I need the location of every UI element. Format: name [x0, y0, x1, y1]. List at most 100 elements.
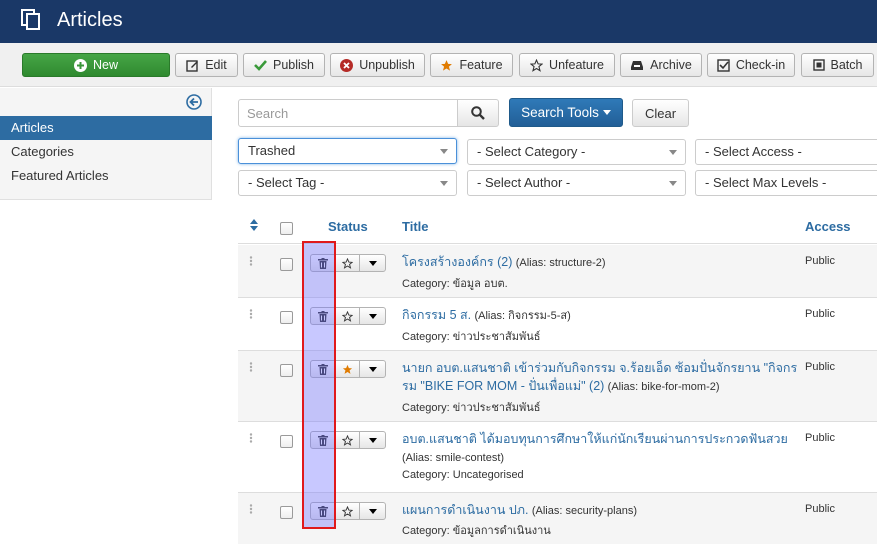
archive-icon — [631, 60, 644, 70]
star-empty-icon — [342, 310, 353, 322]
actions-dropdown-toggle[interactable] — [359, 307, 386, 325]
sidebar-item-articles[interactable]: Articles — [0, 116, 212, 140]
checkin-button-label: Check-in — [735, 58, 786, 72]
article-alias: (Alias: กิจกรรม-5-ส) — [474, 310, 571, 322]
drag-handle-icon[interactable] — [249, 433, 253, 443]
status-filter-select[interactable]: Trashed — [238, 138, 457, 164]
sort-icon[interactable] — [250, 219, 258, 231]
category-filter-select[interactable]: - Select Category - — [467, 139, 686, 165]
featured-toggle[interactable] — [335, 360, 360, 378]
caret-down-icon — [368, 313, 377, 319]
row-checkbox[interactable] — [280, 364, 293, 377]
row-checkbox[interactable] — [280, 435, 293, 448]
article-title-link-cont[interactable]: รม "BIKE FOR MOM - ปั่นเพื่อแม่" (2) — [402, 379, 604, 393]
collapse-arrow-icon[interactable] — [186, 94, 202, 110]
drag-handle-icon[interactable] — [249, 256, 253, 266]
unpublish-button[interactable]: Unpublish — [330, 53, 425, 77]
article-title-line: นายก อบต.แสนชาติ เข้าร่วมกับกิจกรรม จ.ร้… — [402, 359, 802, 396]
drag-handle-icon[interactable] — [249, 362, 253, 372]
article-title-link[interactable]: แผนการดำเนินงาน ปภ. — [402, 503, 529, 517]
drag-handle-icon[interactable] — [249, 309, 253, 319]
actions-dropdown-toggle[interactable] — [359, 502, 386, 520]
star-empty-icon — [530, 58, 544, 72]
edit-button[interactable]: Edit — [175, 53, 238, 77]
search-icon — [471, 106, 485, 120]
caret-down-icon — [602, 110, 611, 115]
article-title-line: โครงสร้างองค์กร (2) (Alias: structure-2) — [402, 253, 802, 272]
chevron-down-icon — [669, 150, 677, 155]
actions-dropdown-toggle[interactable] — [359, 431, 386, 449]
tag-filter-value: - Select Tag - — [248, 175, 325, 190]
title-column-header[interactable]: Title — [402, 219, 429, 234]
article-title-line: อบต.แสนชาติ ได้มอบทุนการศึกษาให้แก่นักเร… — [402, 430, 802, 467]
trash-column-highlight — [302, 241, 336, 529]
feature-button[interactable]: Feature — [430, 53, 513, 77]
article-title-line: แผนการดำเนินงาน ปภ. (Alias: security-pla… — [402, 501, 802, 520]
sidebar-item-featured-articles[interactable]: Featured Articles — [0, 164, 212, 188]
new-button[interactable]: New — [22, 53, 170, 77]
article-category: Category: Uncategorised — [402, 469, 524, 481]
copy-icon — [21, 9, 40, 30]
article-category: Category: ข้อมูล อบต. — [402, 278, 508, 290]
article-category: Category: ข้อมูลการดำเนินงาน — [402, 525, 551, 537]
article-access: Public — [805, 503, 835, 515]
drag-handle-icon[interactable] — [249, 504, 253, 514]
row-checkbox[interactable] — [280, 258, 293, 271]
page-title: Articles — [57, 9, 123, 31]
toolbar: New Edit Publish Unpublish Feature Unfea… — [0, 43, 877, 87]
featured-toggle[interactable] — [335, 307, 360, 325]
article-title-line: กิจกรรม 5 ส. (Alias: กิจกรรม-5-ส) — [402, 306, 802, 325]
featured-toggle[interactable] — [335, 502, 360, 520]
max-levels-filter-select[interactable]: - Select Max Levels - — [695, 170, 877, 196]
max-levels-filter-value: - Select Max Levels - — [705, 175, 827, 190]
batch-button-label: Batch — [830, 58, 863, 72]
article-access: Public — [805, 255, 835, 267]
article-title-link[interactable]: อบต.แสนชาติ ได้มอบทุนการศึกษาให้แก่นักเร… — [402, 432, 788, 446]
access-column-header[interactable]: Access — [805, 219, 851, 234]
archive-button[interactable]: Archive — [620, 53, 702, 77]
page-header: Articles — [0, 0, 877, 43]
feature-button-label: Feature — [459, 58, 503, 72]
tag-filter-select[interactable]: - Select Tag - — [238, 170, 457, 196]
caret-down-icon — [368, 366, 377, 372]
select-all-checkbox[interactable] — [280, 222, 293, 235]
access-filter-value: - Select Access - — [705, 144, 802, 159]
access-filter-select[interactable]: - Select Access - — [695, 139, 877, 165]
search-button[interactable] — [457, 99, 499, 127]
article-alias: (Alias: smile-contest) — [402, 452, 505, 464]
article-title-link[interactable]: โครงสร้างองค์กร (2) — [402, 255, 512, 269]
batch-button[interactable]: Batch — [801, 53, 874, 77]
status-column-header[interactable]: Status — [328, 219, 368, 234]
archive-button-label: Archive — [650, 58, 692, 72]
checkin-button[interactable]: Check-in — [707, 53, 795, 77]
featured-toggle[interactable] — [335, 254, 360, 272]
star-icon — [441, 59, 453, 71]
actions-dropdown-toggle[interactable] — [359, 254, 386, 272]
publish-button[interactable]: Publish — [243, 53, 325, 77]
featured-toggle[interactable] — [335, 431, 360, 449]
article-category: Category: ข่าวประชาสัมพันธ์ — [402, 402, 541, 414]
article-alias: (Alias: bike-for-mom-2) — [607, 381, 720, 393]
article-title-link[interactable]: กิจกรรม 5 ส. — [402, 308, 471, 322]
author-filter-value: - Select Author - — [477, 175, 571, 190]
author-filter-select[interactable]: - Select Author - — [467, 170, 686, 196]
caret-down-icon — [368, 437, 377, 443]
search-tools-label: Search Tools — [521, 105, 599, 120]
unpublish-button-label: Unpublish — [359, 58, 415, 72]
unpublish-icon — [340, 58, 354, 72]
sidebar-item-categories[interactable]: Categories — [0, 140, 212, 164]
clear-button[interactable]: Clear — [632, 99, 689, 127]
row-checkbox[interactable] — [280, 311, 293, 324]
article-title-link[interactable]: นายก อบต.แสนชาติ เข้าร่วมกับกิจกรรม จ.ร้… — [402, 361, 797, 375]
chevron-down-icon — [440, 181, 448, 186]
search-tools-button[interactable]: Search Tools — [509, 98, 623, 127]
article-access: Public — [805, 432, 835, 444]
chevron-down-icon — [440, 149, 448, 154]
star-empty-icon — [342, 257, 353, 269]
unfeature-button[interactable]: Unfeature — [519, 53, 615, 77]
actions-dropdown-toggle[interactable] — [359, 360, 386, 378]
star-empty-icon — [342, 434, 353, 446]
article-category: Category: ข่าวประชาสัมพันธ์ — [402, 331, 541, 343]
row-checkbox[interactable] — [280, 506, 293, 519]
search-input[interactable] — [238, 99, 458, 127]
